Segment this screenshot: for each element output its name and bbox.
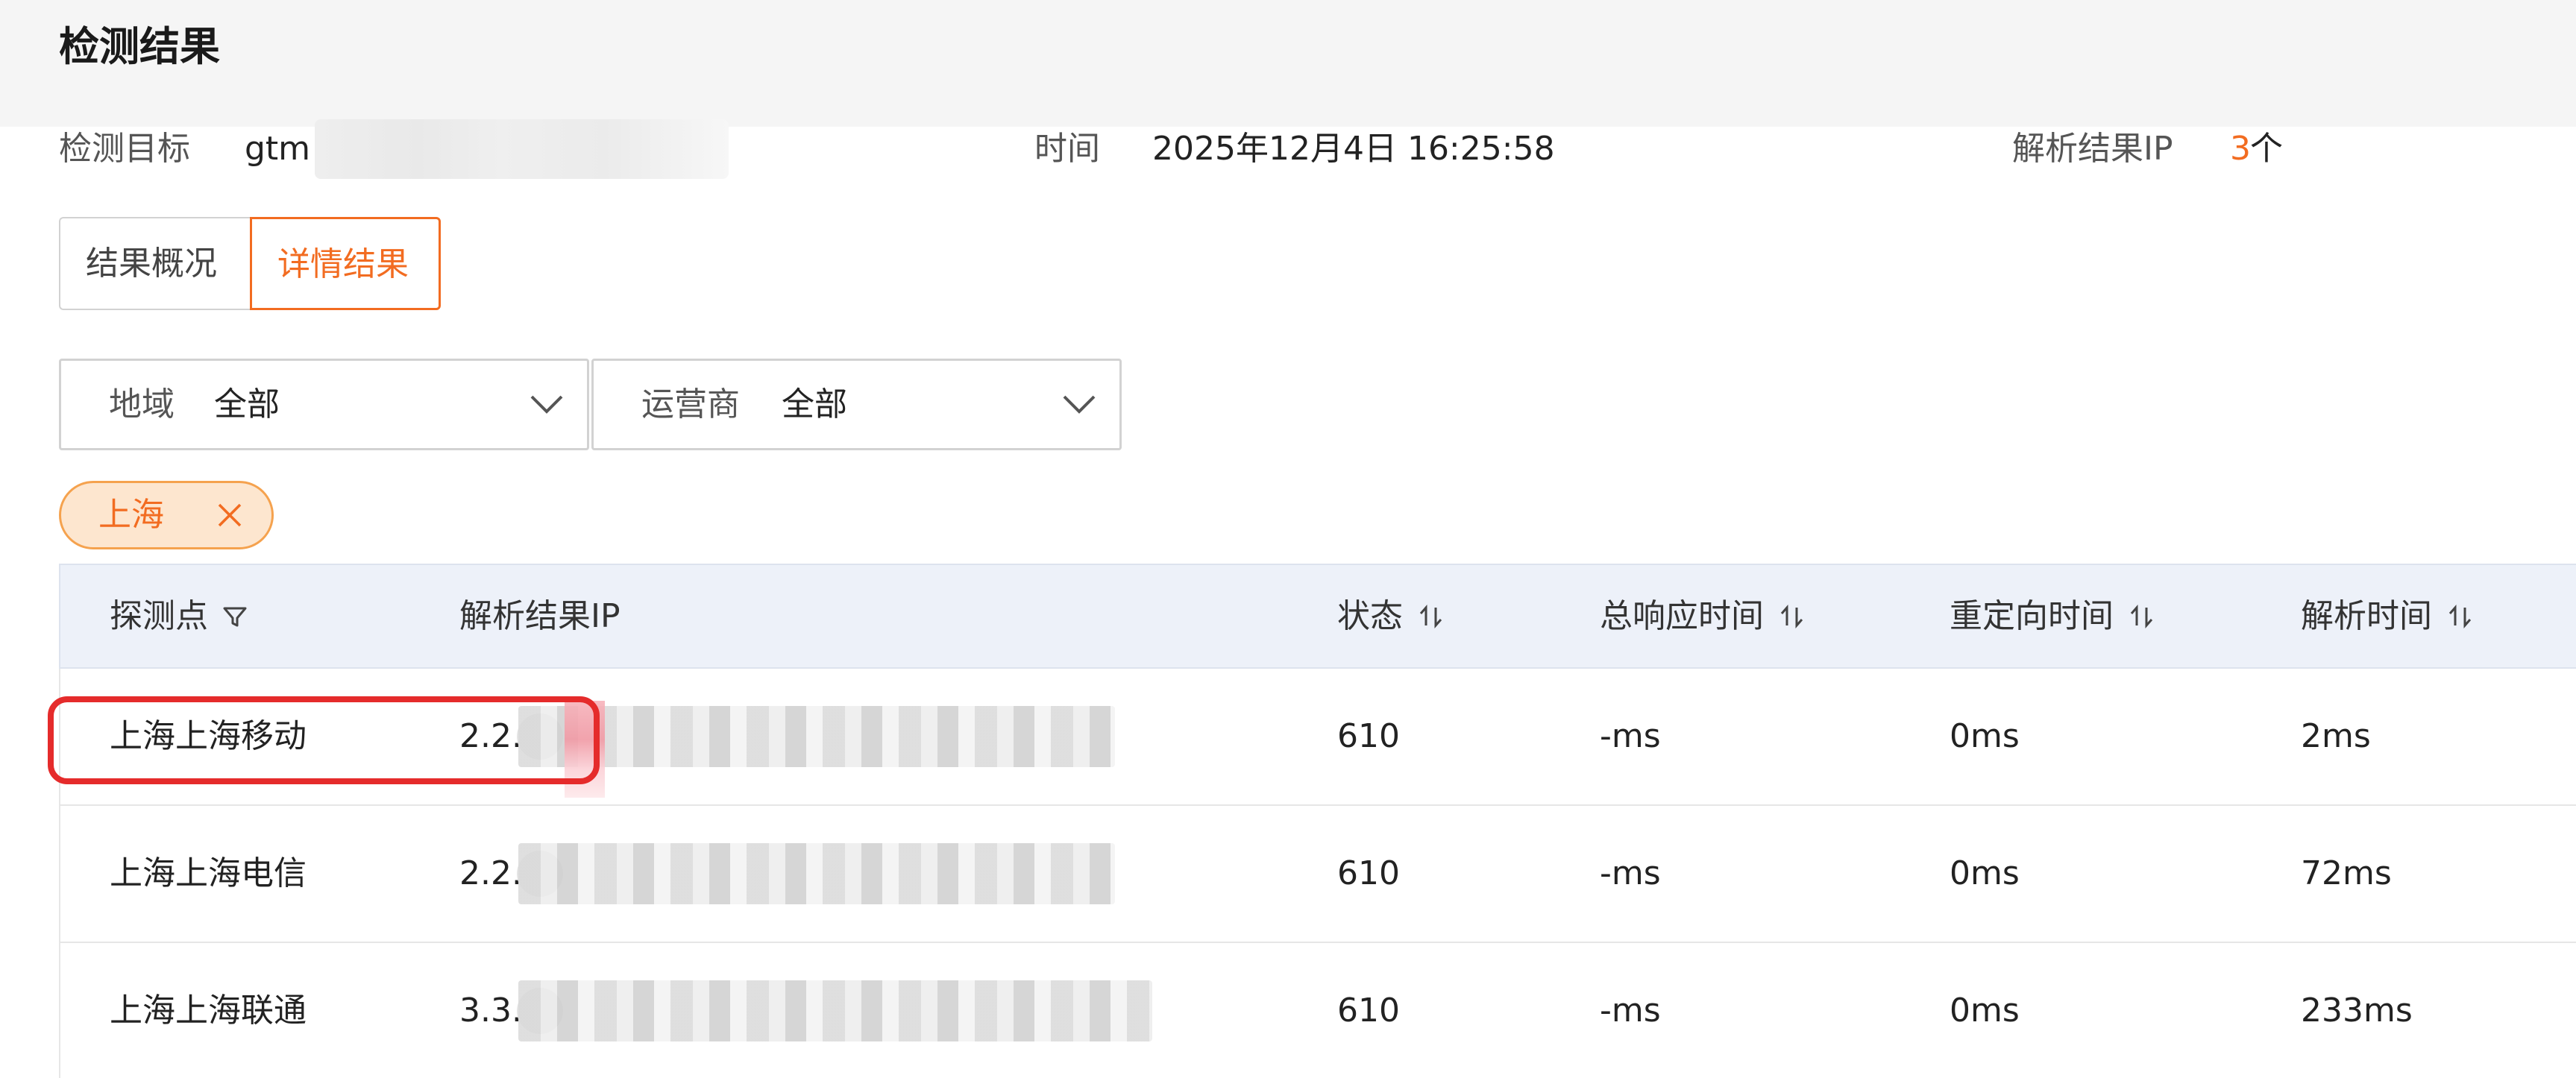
status-cell: 610 bbox=[1337, 717, 1400, 755]
table-row[interactable]: 上海上海联通 3.3. 610 -ms 0ms 233ms bbox=[59, 943, 2576, 1078]
column-header-label: 解析结果IP bbox=[459, 597, 621, 635]
column-header-label: 探测点 bbox=[110, 597, 208, 635]
column-header-probe[interactable]: 探测点 bbox=[110, 565, 248, 667]
table-row[interactable]: 上海上海电信 2.2. 610 -ms 0ms 72ms bbox=[59, 806, 2576, 943]
carrier-select[interactable]: 运营商 全部 bbox=[591, 359, 1122, 450]
region-select[interactable]: 地域 全部 bbox=[59, 359, 589, 450]
status-cell: 610 bbox=[1337, 992, 1400, 1030]
result-tabs: 结果概况 详情结果 bbox=[59, 217, 441, 310]
ip-cell: 2.2. bbox=[459, 717, 522, 755]
tab-overview[interactable]: 结果概况 bbox=[59, 217, 250, 310]
header-bar: 检测结果 bbox=[0, 0, 2576, 127]
filter-tag-label: 上海 bbox=[98, 496, 164, 534]
redacted-ip bbox=[518, 843, 1115, 904]
filter-tag: 上海 bbox=[59, 481, 274, 549]
resolve-time-cell: 2ms bbox=[2301, 717, 2371, 755]
redacted-target bbox=[315, 119, 729, 179]
resolve-time-cell: 233ms bbox=[2301, 992, 2413, 1030]
close-icon[interactable] bbox=[216, 501, 244, 529]
sort-arrows-icon[interactable] bbox=[2127, 602, 2157, 631]
column-header-total-time[interactable]: 总响应时间 bbox=[1600, 565, 1807, 667]
column-header-label: 总响应时间 bbox=[1600, 597, 1764, 635]
column-header-label: 重定向时间 bbox=[1950, 597, 2114, 635]
sort-arrows-icon[interactable] bbox=[2445, 602, 2475, 631]
column-header-resolve-time[interactable]: 解析时间 bbox=[2301, 565, 2475, 667]
ip-cell: 2.2. bbox=[459, 854, 522, 892]
redirect-time-cell: 0ms bbox=[1950, 717, 2020, 755]
carrier-select-label: 运营商 bbox=[641, 385, 740, 423]
column-header-label: 解析时间 bbox=[2301, 597, 2432, 635]
table-header: 探测点 解析结果IP 状态 总响应时间 重定向时间 解析时间 bbox=[59, 564, 2576, 669]
target-value: gtm bbox=[245, 130, 311, 168]
column-header-status[interactable]: 状态 bbox=[1337, 565, 1446, 667]
redacted-ip bbox=[518, 706, 1115, 767]
probe-cell: 上海上海联通 bbox=[110, 992, 307, 1030]
resolve-time-cell: 72ms bbox=[2301, 854, 2392, 892]
column-header-redirect-time[interactable]: 重定向时间 bbox=[1950, 565, 2157, 667]
chevron-down-icon bbox=[1063, 395, 1096, 414]
total-time-cell: -ms bbox=[1600, 992, 1661, 1030]
redaction-mark bbox=[565, 701, 605, 798]
region-select-value: 全部 bbox=[214, 385, 280, 423]
time-label: 时间 bbox=[1034, 130, 1100, 168]
table-row[interactable]: 上海上海移动 2.2. 610 -ms 0ms 2ms bbox=[59, 669, 2576, 806]
sort-arrows-icon[interactable] bbox=[1416, 602, 1446, 631]
column-header-ip: 解析结果IP bbox=[459, 565, 621, 667]
total-time-cell: -ms bbox=[1600, 854, 1661, 892]
page-title: 检测结果 bbox=[59, 23, 220, 70]
funnel-icon[interactable] bbox=[222, 603, 248, 630]
time-value: 2025年12月4日 16:25:58 bbox=[1152, 130, 1555, 168]
page: 检测结果 检测目标 gtm 时间 2025年12月4日 16:25:58 解析结… bbox=[0, 0, 2576, 1078]
sort-arrows-icon[interactable] bbox=[1777, 602, 1807, 631]
results-table: 探测点 解析结果IP 状态 总响应时间 重定向时间 解析时间 上海上海移动 2.… bbox=[59, 564, 2576, 1078]
column-header-label: 状态 bbox=[1337, 597, 1403, 635]
tab-detail[interactable]: 详情结果 bbox=[250, 217, 441, 310]
ip-cell: 3.3. bbox=[459, 992, 522, 1030]
ip-count-unit: 个 bbox=[2250, 130, 2283, 168]
target-label: 检测目标 bbox=[59, 130, 190, 168]
redirect-time-cell: 0ms bbox=[1950, 992, 2020, 1030]
ip-count-label: 解析结果IP bbox=[2012, 130, 2173, 168]
total-time-cell: -ms bbox=[1600, 717, 1661, 755]
region-select-label: 地域 bbox=[109, 385, 175, 423]
ip-count-value: 3 bbox=[2230, 130, 2251, 168]
carrier-select-value: 全部 bbox=[782, 385, 847, 423]
status-cell: 610 bbox=[1337, 854, 1400, 892]
probe-cell: 上海上海电信 bbox=[110, 854, 307, 892]
chevron-down-icon bbox=[530, 395, 563, 414]
probe-cell: 上海上海移动 bbox=[110, 717, 307, 755]
redirect-time-cell: 0ms bbox=[1950, 854, 2020, 892]
redacted-ip bbox=[518, 980, 1152, 1041]
